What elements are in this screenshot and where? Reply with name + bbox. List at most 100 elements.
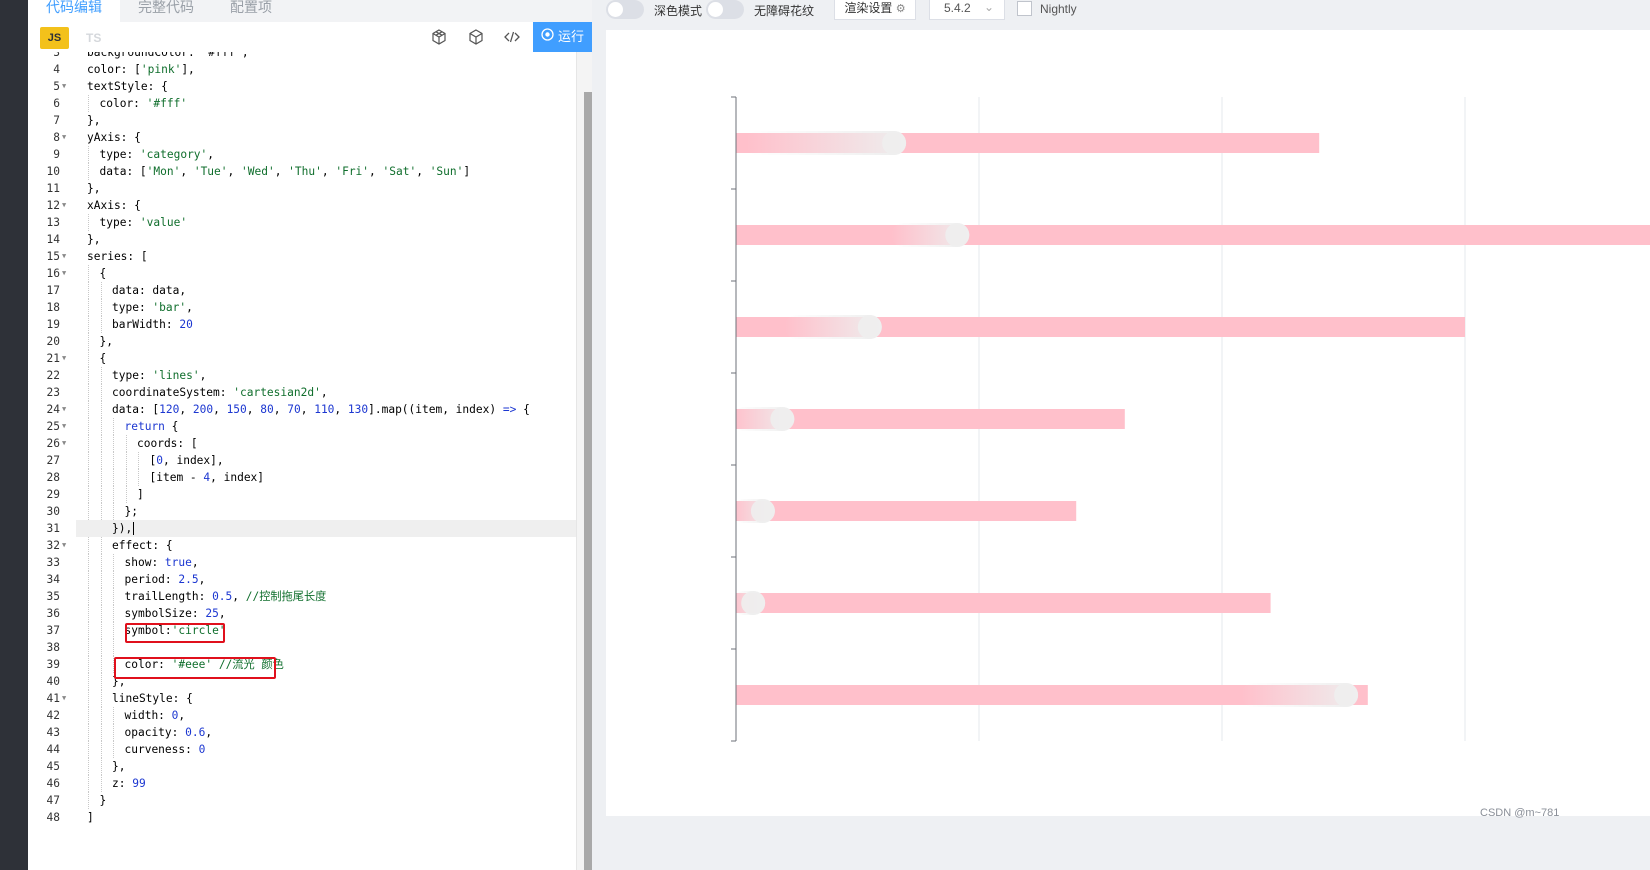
code-line: symbolSize: 25,	[124, 607, 226, 620]
tab-config-options[interactable]: 配置项	[230, 0, 272, 22]
fold-toggle-icon[interactable]: ▼	[62, 537, 66, 554]
indent-guide	[100, 758, 102, 775]
tab-full-code[interactable]: 完整代码	[138, 0, 194, 22]
effect-symbol	[750, 499, 775, 523]
line-number: 32	[46, 539, 60, 552]
version-select[interactable]: 5.4.2 ⌄	[929, 0, 1005, 20]
indent-guide	[88, 401, 89, 418]
fold-toggle-icon[interactable]: ▼	[62, 690, 66, 707]
line-number: 20	[46, 335, 60, 348]
run-label: 运行	[557, 29, 584, 44]
render-settings-label: 渲染设置	[844, 1, 893, 15]
indent-guide	[113, 639, 114, 656]
line-number: 26	[46, 437, 60, 450]
fold-toggle-icon[interactable]: ▼	[62, 129, 66, 146]
fold-toggle-icon[interactable]: ▼	[62, 78, 66, 95]
code-line: textStyle: {	[87, 80, 168, 93]
line-number: 39	[46, 658, 60, 671]
lang-ts-toggle[interactable]: TS	[86, 27, 101, 49]
indent-guide	[88, 673, 89, 690]
code-line: ]	[137, 488, 144, 501]
cube-outline-icon[interactable]	[429, 27, 449, 47]
render-settings-button[interactable]: 渲染设置 ⚙	[834, 0, 916, 20]
indent-guide	[100, 639, 102, 656]
indent-guide	[88, 707, 89, 724]
line-number: 31	[46, 522, 60, 535]
indent-guide	[100, 418, 102, 435]
line-number: 12	[46, 199, 60, 212]
indent-guide	[100, 741, 102, 758]
line-number: 5	[53, 80, 60, 93]
indent-guide	[113, 503, 114, 520]
nightly-checkbox[interactable]	[1017, 1, 1032, 16]
indent-guide	[113, 469, 114, 486]
indent-guide	[88, 418, 89, 435]
line-number: 44	[46, 743, 60, 756]
editor-tabs: 代码编辑 完整代码 配置项	[28, 0, 592, 22]
line-number: 34	[46, 573, 60, 586]
indent-guide	[113, 554, 114, 571]
indent-guide	[88, 571, 89, 588]
fold-toggle-icon[interactable]: ▼	[62, 435, 66, 452]
code-line: data: ['Mon', 'Tue', 'Wed', 'Thu', 'Fri'…	[99, 165, 471, 178]
code-editor-panel: 代码编辑 完整代码 配置项 JS TS 运行 3 4 5 ▼ 6 7 8 ▼ 9 10 11 12 ▼ 1…	[28, 0, 592, 870]
indent-guide	[100, 401, 102, 418]
line-number: 37	[46, 624, 60, 637]
line-number: 25	[46, 420, 60, 433]
lang-js-toggle[interactable]: JS	[40, 27, 69, 49]
indent-guide	[100, 605, 102, 622]
line-number: 27	[46, 454, 60, 467]
indent-guide	[100, 537, 102, 554]
indent-guide	[113, 707, 114, 724]
line-number: 36	[46, 607, 60, 620]
indent-guide	[88, 163, 89, 180]
indent-guide	[113, 724, 114, 741]
indent-guide	[138, 469, 139, 486]
indent-guide	[100, 316, 102, 333]
code-line: trailLength: 0.5, //控制拖尾长度	[124, 590, 327, 603]
code-area[interactable]: 3 4 5 ▼ 6 7 8 ▼ 9 10 11 12 ▼ 13 14 15 ▼ 16 ▼ 17 18 19 20 21 ▼ 22 2…	[28, 52, 576, 870]
run-button[interactable]: 运行	[533, 22, 592, 52]
indent-guide	[88, 367, 89, 384]
line-number: 3	[53, 52, 60, 59]
chevron-down-icon: ⌄	[984, 0, 995, 14]
bar-wed	[736, 501, 1077, 521]
indent-guide	[88, 469, 89, 486]
accessibility-toggle[interactable]	[706, 0, 744, 19]
fold-toggle-icon[interactable]: ▼	[62, 418, 66, 435]
code-line: yAxis: {	[87, 131, 141, 144]
code-line: color: ['pink'],	[87, 63, 195, 76]
tab-code-edit[interactable]: 代码编辑	[28, 0, 120, 22]
indent-guide	[138, 452, 139, 469]
box-icon[interactable]	[466, 27, 486, 47]
code-icon[interactable]	[502, 27, 522, 47]
code-line: {	[99, 267, 107, 280]
indent-guide	[125, 435, 127, 452]
indent-guide	[100, 656, 102, 673]
fold-toggle-icon[interactable]: ▼	[62, 197, 66, 214]
code-line: type: 'lines',	[112, 369, 207, 382]
editor-scrollbar-thumb[interactable]	[584, 92, 592, 870]
indent-guide	[113, 418, 114, 435]
fold-toggle-icon[interactable]: ▼	[62, 401, 66, 418]
indent-guide	[100, 622, 102, 639]
effect-symbol	[882, 131, 907, 155]
code-line: type: 'bar',	[112, 301, 193, 314]
line-number: 41	[46, 692, 60, 705]
fold-toggle-icon[interactable]: ▼	[62, 350, 66, 367]
indent-guide	[88, 486, 89, 503]
code-line: },	[87, 182, 101, 195]
fold-toggle-icon[interactable]: ▼	[62, 265, 66, 282]
effect-trail	[745, 131, 907, 155]
indent-guide	[88, 622, 89, 639]
indent-guide	[100, 554, 102, 571]
fold-toggle-icon[interactable]: ▼	[62, 248, 66, 265]
code-line: },	[87, 233, 101, 246]
indent-guide	[88, 554, 89, 571]
effect-symbol	[945, 223, 970, 247]
highlight-box-color	[114, 657, 276, 679]
dark-mode-toggle[interactable]	[606, 0, 644, 19]
indent-guide	[100, 571, 102, 588]
indent-guide	[88, 775, 89, 792]
indent-guide	[100, 282, 102, 299]
